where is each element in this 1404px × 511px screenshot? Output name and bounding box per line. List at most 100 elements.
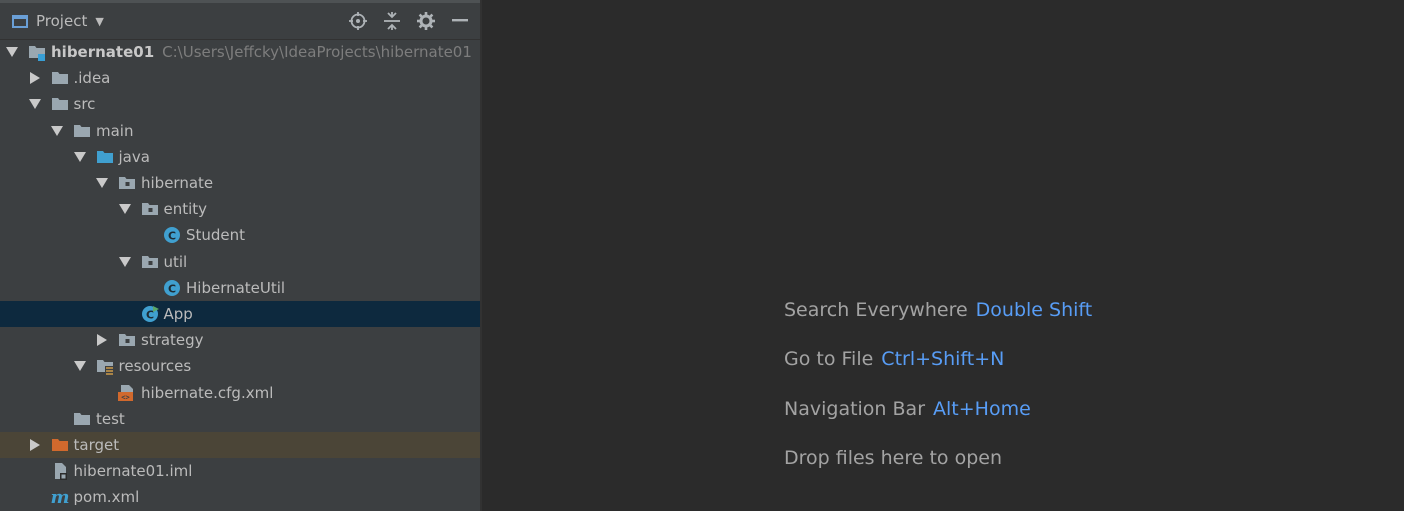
svg-text:m: m xyxy=(50,487,69,507)
tree-row-idea[interactable]: .idea xyxy=(0,65,480,91)
excluded-folder-icon xyxy=(50,435,70,455)
hint-label: Go to File xyxy=(784,348,874,371)
tree-row-target[interactable]: target xyxy=(0,431,480,458)
tree-item-name: main xyxy=(96,121,134,140)
editor-empty-hints: Search Everywhere Double Shift Go to File C… xyxy=(784,296,1092,493)
svg-text:C: C xyxy=(168,282,176,295)
project-toolbar: Project ▼ xyxy=(0,3,480,40)
tree-row-resources[interactable]: resources xyxy=(0,353,480,379)
tree-item-name: hibernate.cfg.xml xyxy=(141,383,274,402)
expanded-arrow-icon[interactable] xyxy=(51,125,63,137)
source-folder-icon xyxy=(95,147,115,167)
tree-row-util[interactable]: util xyxy=(0,249,480,275)
tree-row-pom-xml[interactable]: m pom.xml xyxy=(0,484,480,510)
tree-item-name: pom.xml xyxy=(73,488,140,507)
tree-row-label: resources xyxy=(119,357,192,375)
resources-folder-icon xyxy=(95,356,115,376)
expanded-arrow-icon[interactable] xyxy=(118,256,131,268)
class-icon: C xyxy=(162,225,182,245)
class-icon: C xyxy=(162,278,182,298)
tree-row-label: java xyxy=(119,148,150,166)
tree-row-label: util xyxy=(164,253,188,271)
tree-row-label: strategy xyxy=(141,331,204,349)
expanded-arrow-icon[interactable] xyxy=(6,46,18,58)
tree-row-test[interactable]: test xyxy=(0,406,480,432)
tree-row-label: entity xyxy=(164,200,208,218)
package-icon xyxy=(117,330,137,350)
tree-row-entity[interactable]: entity xyxy=(0,196,480,222)
iml-icon xyxy=(50,461,70,481)
hint-label: Drop files here to open xyxy=(784,446,1003,469)
collapsed-arrow-icon[interactable] xyxy=(29,72,41,85)
project-view-icon xyxy=(12,14,28,28)
tree-row-hibernateutil[interactable]: C HibernateUtil xyxy=(0,275,480,301)
tree-row-label: hibernate xyxy=(141,174,213,192)
tree-row-label: HibernateUtil xyxy=(186,279,285,297)
folder-icon xyxy=(50,94,70,114)
tree-row-strategy[interactable]: strategy xyxy=(0,327,480,353)
tree-row-label: hibernate01.iml xyxy=(74,462,193,480)
expanded-arrow-icon[interactable] xyxy=(28,98,41,110)
tree-item-name: hibernate01.iml xyxy=(73,462,193,481)
project-view-selector[interactable]: Project ▼ xyxy=(12,12,104,30)
gear-icon[interactable] xyxy=(416,11,436,31)
hint-navigation-bar: Navigation Bar Alt+Home xyxy=(784,395,1092,444)
tree-row-hibernate-cfg-xml[interactable]: <> hibernate.cfg.xml xyxy=(0,379,480,405)
tree-row-label: src xyxy=(74,95,96,113)
tree-row-label: App xyxy=(164,305,193,323)
tree-row-label: main xyxy=(96,122,133,140)
package-icon xyxy=(140,199,160,219)
locate-file-icon[interactable] xyxy=(348,11,368,31)
tree-item-name: hibernate xyxy=(141,174,214,193)
tree-row-label: hibernate.cfg.xml xyxy=(141,384,273,402)
expanded-arrow-icon[interactable] xyxy=(96,177,108,189)
collapsed-arrow-icon[interactable] xyxy=(29,438,41,451)
tree-row-label: target xyxy=(74,436,120,454)
tree-row-label: .idea xyxy=(74,69,111,87)
collapsed-arrow-icon[interactable] xyxy=(96,334,108,347)
svg-text:C: C xyxy=(145,308,153,321)
tree-row-label: test xyxy=(96,410,125,428)
tree-row-hibernate01[interactable]: hibernate01 C:\Users\Jeffcky\IdeaProjects… xyxy=(0,39,480,65)
tree-item-name: resources xyxy=(118,357,192,376)
tree-item-name: java xyxy=(118,147,150,166)
tree-item-name: entity xyxy=(163,200,208,219)
tree-item-name: hibernate01 xyxy=(51,43,155,62)
collapse-all-icon[interactable] xyxy=(382,11,402,31)
expanded-arrow-icon[interactable] xyxy=(73,360,86,372)
tree-row-main[interactable]: main xyxy=(0,118,480,144)
hint-shortcut: Ctrl+Shift+N xyxy=(881,348,1005,371)
hint-label: Navigation Bar xyxy=(784,397,926,420)
tree-row-hibernate[interactable]: hibernate xyxy=(0,170,480,196)
package-icon xyxy=(117,173,137,193)
hint-shortcut: Alt+Home xyxy=(933,397,1031,420)
tree-item-name: HibernateUtil xyxy=(186,278,286,297)
folder-icon xyxy=(50,68,70,88)
project-tool-window: Project ▼ hibernate01 C:\Users\Jeffcky\Id… xyxy=(0,0,480,511)
hint-shortcut: Double Shift xyxy=(975,299,1093,321)
module-path: C:\Users\Jeffcky\IdeaProjects\hibernate0… xyxy=(162,43,472,62)
tree-row-student[interactable]: C Student xyxy=(0,222,480,248)
tree-item-name: util xyxy=(163,252,188,271)
chevron-down-icon: ▼ xyxy=(95,14,104,28)
tree-row-app[interactable]: C App xyxy=(0,300,480,328)
tree-item-name: src xyxy=(73,95,96,114)
tree-row-label: pom.xml xyxy=(74,488,140,506)
xml-icon: <> xyxy=(117,383,137,403)
project-tree: hibernate01 C:\Users\Jeffcky\IdeaProjects… xyxy=(0,39,480,510)
tree-row-hibernate01-iml[interactable]: hibernate01.iml xyxy=(0,458,480,484)
hide-panel-icon[interactable] xyxy=(450,11,470,31)
module-icon xyxy=(27,42,47,62)
tree-row-src[interactable]: src xyxy=(0,91,480,117)
tree-item-name: target xyxy=(73,435,120,454)
tree-item-name: .idea xyxy=(73,69,111,88)
tree-item-name: App xyxy=(163,304,193,323)
project-view-title: Project xyxy=(36,12,88,30)
tree-item-name: test xyxy=(96,409,125,428)
hint-label: Search Everywhere xyxy=(784,299,968,321)
expanded-arrow-icon[interactable] xyxy=(118,203,131,215)
svg-text:C: C xyxy=(168,230,176,243)
expanded-arrow-icon[interactable] xyxy=(73,151,86,163)
tree-row-java[interactable]: java xyxy=(0,144,480,170)
hint-go-to-file: Go to File Ctrl+Shift+N xyxy=(784,345,1092,394)
